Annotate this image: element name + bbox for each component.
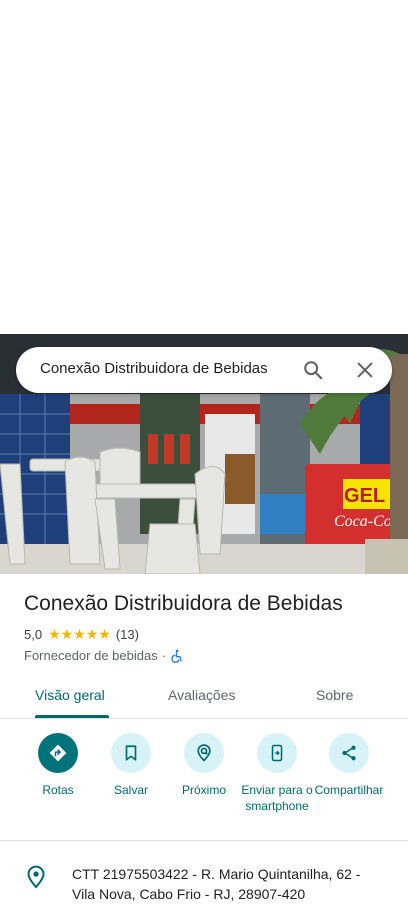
save-label: Salvar — [113, 783, 148, 797]
save-button[interactable]: Salvar — [91, 733, 171, 798]
review-count[interactable]: (13) — [116, 627, 139, 642]
search-input[interactable]: Conexão Distribuidora de Bebidas — [40, 360, 268, 377]
tab-about[interactable]: Sobre — [316, 687, 353, 703]
send-to-phone-label: Enviar para o smartphone — [241, 783, 313, 813]
search-icon[interactable] — [302, 359, 324, 381]
share-label: Compartilhar — [314, 783, 384, 797]
directions-icon — [38, 733, 78, 773]
directions-label: Rotas — [42, 783, 74, 797]
place-title: Conexão Distribuidora de Bebidas — [24, 592, 343, 615]
star-rating-icon: ★★★★★ — [48, 626, 111, 642]
map-area[interactable] — [0, 0, 408, 334]
tab-overview[interactable]: Visão geral — [35, 687, 105, 703]
bookmark-icon — [111, 733, 151, 773]
directions-button[interactable]: Rotas — [18, 733, 98, 798]
nearby-button[interactable]: Próximo — [164, 733, 244, 798]
search-bar[interactable]: Conexão Distribuidora de Bebidas — [16, 347, 392, 393]
tab-reviews[interactable]: Avaliações — [168, 687, 235, 703]
send-to-phone-button[interactable]: Enviar para o smartphone — [237, 733, 317, 814]
nearby-icon — [184, 733, 224, 773]
close-icon[interactable] — [354, 359, 376, 381]
location-pin-icon — [26, 865, 46, 889]
nearby-label: Próximo — [181, 783, 226, 797]
share-button[interactable]: Compartilhar — [309, 733, 389, 798]
active-tab-indicator — [35, 715, 109, 718]
wheelchair-accessible-icon — [170, 649, 184, 663]
svg-text:GEL: GEL — [344, 485, 385, 507]
section-divider — [0, 840, 408, 841]
place-category[interactable]: Fornecedor de bebidas — [24, 648, 158, 663]
rating-row[interactable]: 5,0 ★★★★★ (13) — [24, 626, 139, 643]
share-icon — [329, 733, 369, 773]
place-address[interactable]: CTT 21975503422 - R. Mario Quintanilha, … — [72, 864, 382, 904]
place-tabs: Visão geral Avaliações Sobre — [0, 676, 408, 719]
send-to-phone-icon — [257, 733, 297, 773]
category-row: Fornecedor de bebidas · — [24, 648, 184, 663]
rating-value: 5,0 — [24, 627, 43, 642]
separator: · — [161, 648, 167, 663]
